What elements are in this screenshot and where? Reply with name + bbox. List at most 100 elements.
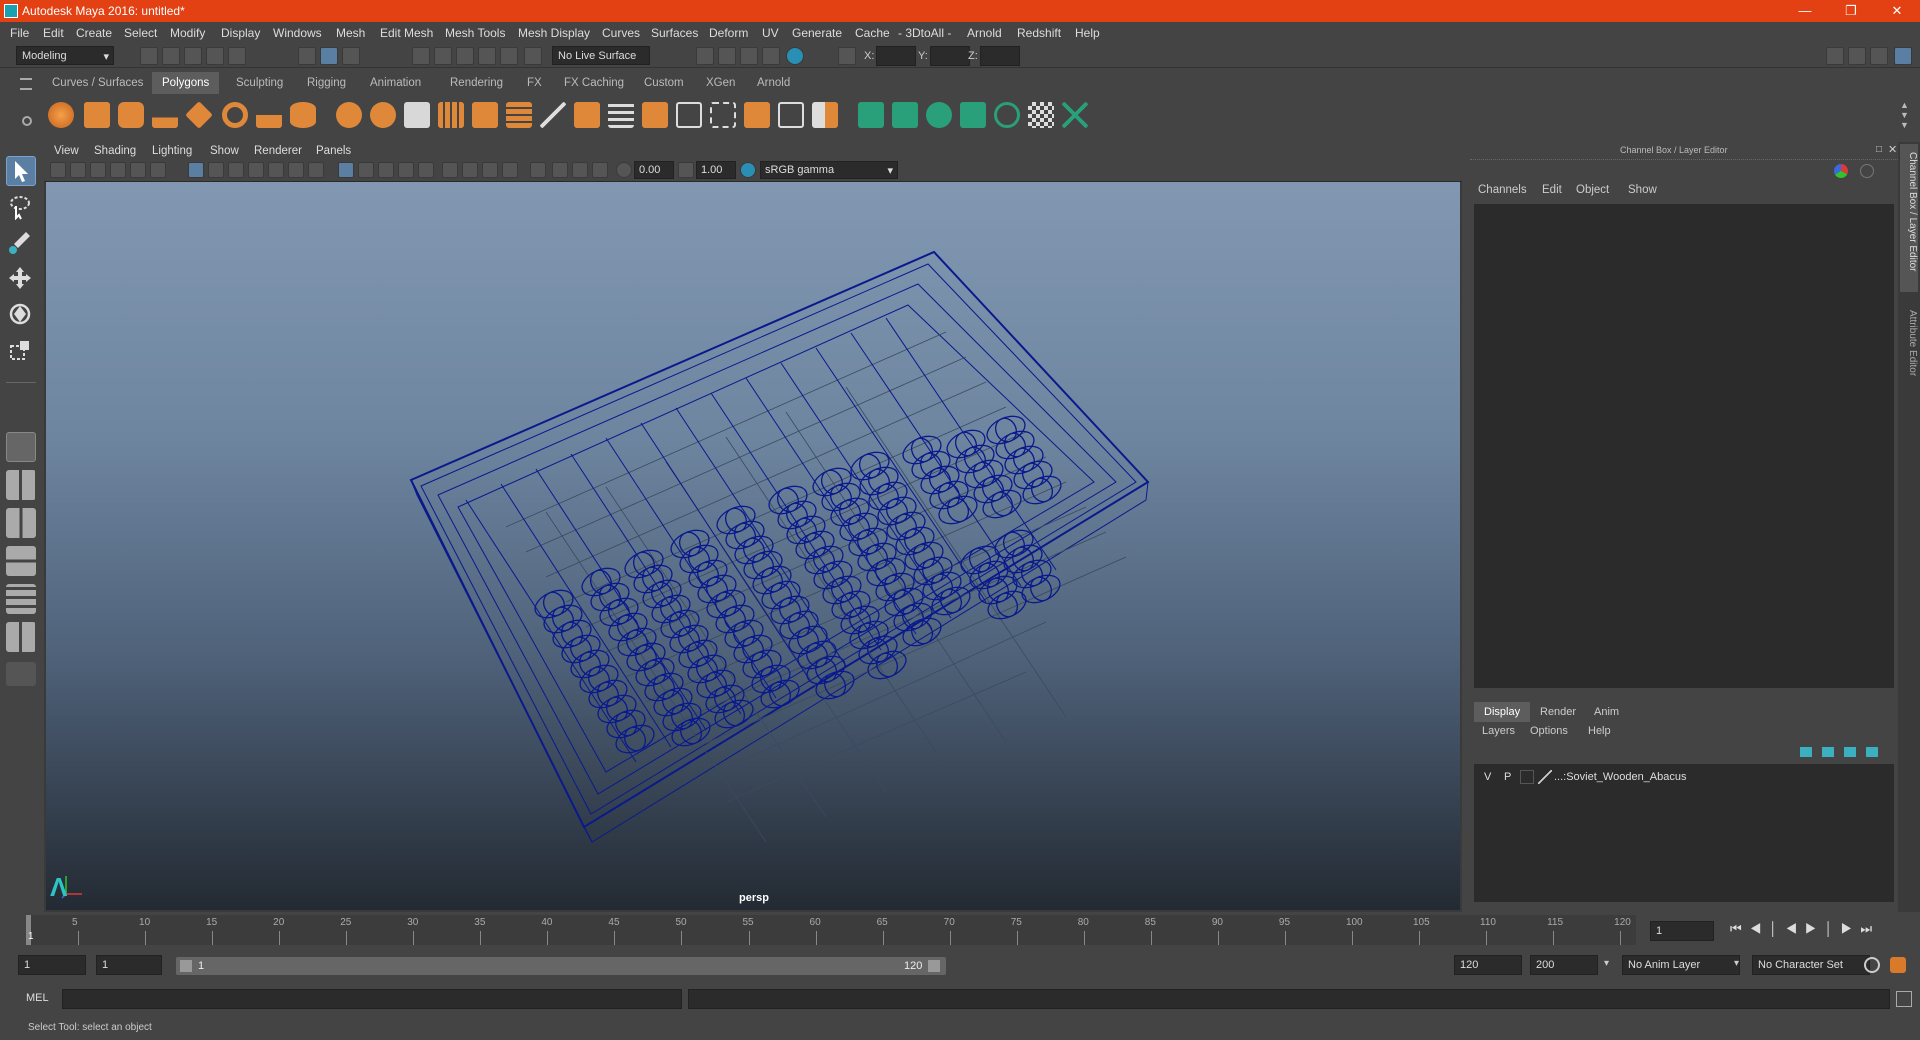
separate-icon[interactable] xyxy=(370,102,396,128)
exposure-icon[interactable] xyxy=(616,162,632,178)
channels-show-menu[interactable]: Show xyxy=(1628,184,1657,196)
shadows-icon[interactable] xyxy=(442,162,458,178)
channel-box-toggle-icon[interactable] xyxy=(1894,47,1912,65)
save-scene-icon[interactable] xyxy=(184,47,202,65)
menu-cache[interactable]: Cache xyxy=(855,26,890,40)
fill-hole-icon[interactable] xyxy=(778,102,804,128)
smooth-shading-icon[interactable] xyxy=(358,162,374,178)
chevron-down-icon[interactable]: ▾ xyxy=(1734,958,1739,969)
grease-pencil-icon[interactable] xyxy=(150,162,166,178)
side-by-side-layout-icon[interactable] xyxy=(6,508,36,538)
undo-icon[interactable] xyxy=(206,47,224,65)
grid-toggle-icon[interactable] xyxy=(188,162,204,178)
select-object-icon[interactable] xyxy=(320,47,338,65)
smooth-icon[interactable] xyxy=(438,102,464,128)
safe-title-icon[interactable] xyxy=(308,162,324,178)
mode-dropdown[interactable]: Modeling ▾ xyxy=(16,46,114,65)
planar-uv-icon[interactable] xyxy=(858,102,884,128)
shelf-settings-icon[interactable] xyxy=(22,116,32,126)
time-slider-track[interactable]: 1 5 10 15 20 25 30 35 40 45 50 55 60 65 70 75 80 85 90 95 1… xyxy=(26,915,1636,945)
combine-icon[interactable] xyxy=(336,102,362,128)
menu-mesh-tools[interactable]: Mesh Tools xyxy=(445,26,505,40)
spherical-uv-icon[interactable] xyxy=(926,102,952,128)
menu-edit-mesh[interactable]: Edit Mesh xyxy=(380,26,433,40)
2d-pan-zoom-icon[interactable] xyxy=(130,162,146,178)
film-gate-icon[interactable] xyxy=(208,162,224,178)
shelf-tab-polygons[interactable]: Polygons xyxy=(152,72,220,94)
menu-modify[interactable]: Modify xyxy=(170,26,205,40)
shelf-menu-icon[interactable] xyxy=(20,78,32,90)
single-perspective-layout-icon[interactable] xyxy=(6,432,36,462)
new-scene-icon[interactable] xyxy=(140,47,158,65)
lasso-tool-icon[interactable] xyxy=(6,192,36,222)
paint-select-tool-icon[interactable] xyxy=(6,228,36,258)
channels-object-menu[interactable]: Object xyxy=(1576,184,1609,196)
menu-curves[interactable]: Curves xyxy=(602,26,640,40)
color-management-icon[interactable] xyxy=(740,162,756,178)
menu-windows[interactable]: Windows xyxy=(273,26,322,40)
step-back-key-icon[interactable]: ◀│ xyxy=(1750,921,1786,936)
3d-viewport[interactable]: Λ persp xyxy=(46,182,1460,910)
open-scene-icon[interactable] xyxy=(162,47,180,65)
menu-mesh-display[interactable]: Mesh Display xyxy=(518,26,590,40)
tool-settings-toggle-icon[interactable] xyxy=(1870,47,1888,65)
bridge-icon[interactable] xyxy=(608,102,634,128)
poly-sphere-icon[interactable] xyxy=(48,102,74,128)
textured-icon[interactable] xyxy=(398,162,414,178)
multi-cut-icon[interactable] xyxy=(540,102,566,128)
script-editor-icon[interactable] xyxy=(1896,991,1912,1007)
snap-grid-icon[interactable] xyxy=(412,47,430,65)
x-ray-joints-icon[interactable] xyxy=(572,162,588,178)
menu-edit[interactable]: Edit xyxy=(43,26,64,40)
insert-edge-loop-icon[interactable] xyxy=(676,102,702,128)
vp-menu-panels[interactable]: Panels xyxy=(316,145,351,157)
bookmark-icon[interactable] xyxy=(90,162,106,178)
camera-attributes-icon[interactable] xyxy=(70,162,86,178)
poly-cube-icon[interactable] xyxy=(84,102,110,128)
gate-mask-icon[interactable] xyxy=(248,162,264,178)
scale-tool-icon[interactable] xyxy=(6,336,36,366)
select-tool-icon[interactable] xyxy=(6,156,36,186)
resolution-gate-icon[interactable] xyxy=(228,162,244,178)
x-ray-icon[interactable] xyxy=(552,162,568,178)
range-slider[interactable]: 1 120 xyxy=(176,957,946,975)
magnet-icon[interactable] xyxy=(524,47,542,65)
append-to-polygon-icon[interactable] xyxy=(744,102,770,128)
range-end-handle[interactable] xyxy=(928,960,940,972)
side-tab-channel-box[interactable]: Channel Box / Layer Editor xyxy=(1900,144,1918,292)
hypershade-icon[interactable] xyxy=(786,47,804,65)
layer-display-type-toggle[interactable] xyxy=(1520,770,1534,784)
layer-playback-toggle[interactable]: P xyxy=(1504,771,1511,783)
chevron-down-icon[interactable]: ▾ xyxy=(1604,958,1609,969)
motion-blur-icon[interactable] xyxy=(482,162,498,178)
minimize-icon[interactable]: — xyxy=(1782,0,1828,22)
vp-menu-renderer[interactable]: Renderer xyxy=(254,145,302,157)
ipr-render-icon[interactable] xyxy=(740,47,758,65)
modeling-toolkit-icon[interactable] xyxy=(1826,47,1844,65)
menu-surfaces[interactable]: Surfaces xyxy=(651,26,698,40)
anim-layer-dropdown[interactable]: No Anim Layer xyxy=(1622,955,1740,975)
transform-mode-icon[interactable] xyxy=(838,47,856,65)
isolate-select-icon[interactable] xyxy=(530,162,546,178)
snap-point-icon[interactable] xyxy=(456,47,474,65)
select-hierarchy-icon[interactable] xyxy=(298,47,316,65)
restore-icon[interactable]: ❐ xyxy=(1828,0,1874,22)
image-plane-icon[interactable] xyxy=(110,162,126,178)
menu-redshift[interactable]: Redshift xyxy=(1017,26,1061,40)
move-layer-up-icon[interactable] xyxy=(1800,747,1812,757)
poly-torus-icon[interactable] xyxy=(222,102,248,128)
move-tool-icon[interactable] xyxy=(6,264,36,294)
safe-action-icon[interactable] xyxy=(288,162,304,178)
channel-list[interactable] xyxy=(1474,204,1894,688)
poly-cylinder-icon[interactable] xyxy=(118,102,144,128)
auto-key-icon[interactable] xyxy=(1864,957,1880,973)
shelf-tab-animation[interactable]: Animation xyxy=(360,72,431,94)
shelf-tab-arnold[interactable]: Arnold xyxy=(747,72,800,94)
menu-file[interactable]: File xyxy=(10,26,29,40)
go-to-end-icon[interactable]: ⏭ xyxy=(1860,921,1880,936)
cylindrical-uv-icon[interactable] xyxy=(892,102,918,128)
boolean-icon[interactable] xyxy=(472,102,498,128)
shelf-tab-xgen[interactable]: XGen xyxy=(696,72,745,94)
y-field[interactable] xyxy=(930,46,970,66)
snap-live-icon[interactable] xyxy=(500,47,518,65)
